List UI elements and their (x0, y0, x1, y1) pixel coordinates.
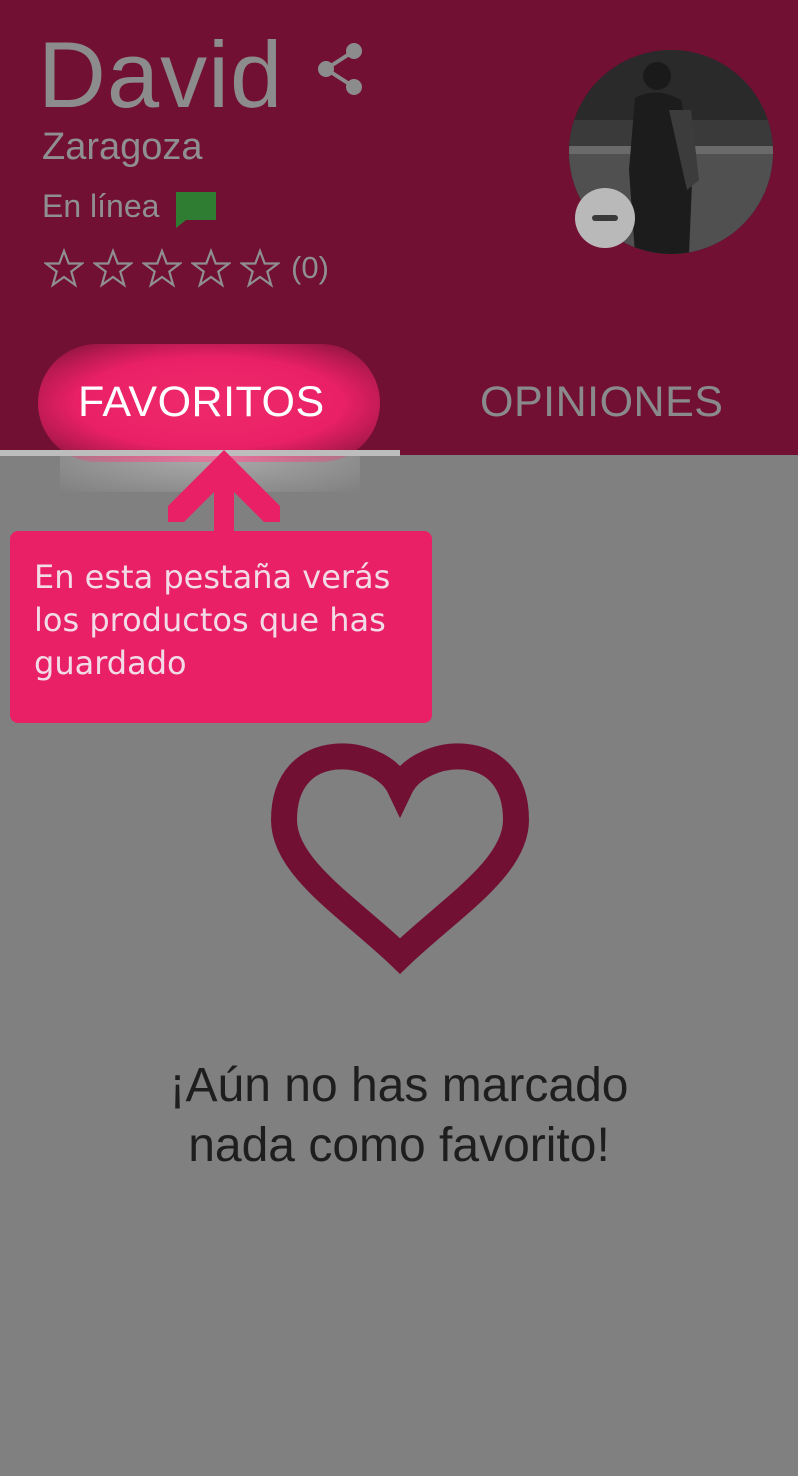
star-icon (93, 248, 133, 288)
tooltip-text: En esta pestaña verás los productos que … (34, 558, 391, 682)
tab-favoritos[interactable]: FAVORITOS (78, 378, 325, 427)
star-icon (142, 248, 182, 288)
star-icon (44, 248, 84, 288)
star-icon (191, 248, 231, 288)
tab-opiniones[interactable]: OPINIONES (480, 378, 723, 427)
share-icon[interactable] (316, 42, 366, 96)
rating-count: (0) (291, 250, 329, 285)
star-icon (240, 248, 280, 288)
rating-stars (44, 248, 289, 288)
heart-icon (270, 743, 530, 974)
profile-city: Zaragoza (42, 126, 203, 168)
arrow-up-icon (168, 450, 280, 540)
minus-icon[interactable] (575, 188, 635, 248)
empty-state-line2: nada como favorito! (188, 1119, 610, 1172)
empty-state-message: ¡Aún no has marcado nada como favorito! (0, 1056, 798, 1176)
empty-state-line1: ¡Aún no has marcado (169, 1059, 629, 1112)
online-status: En línea (42, 188, 160, 224)
chat-icon[interactable] (174, 190, 218, 230)
profile-name: David (38, 22, 284, 127)
